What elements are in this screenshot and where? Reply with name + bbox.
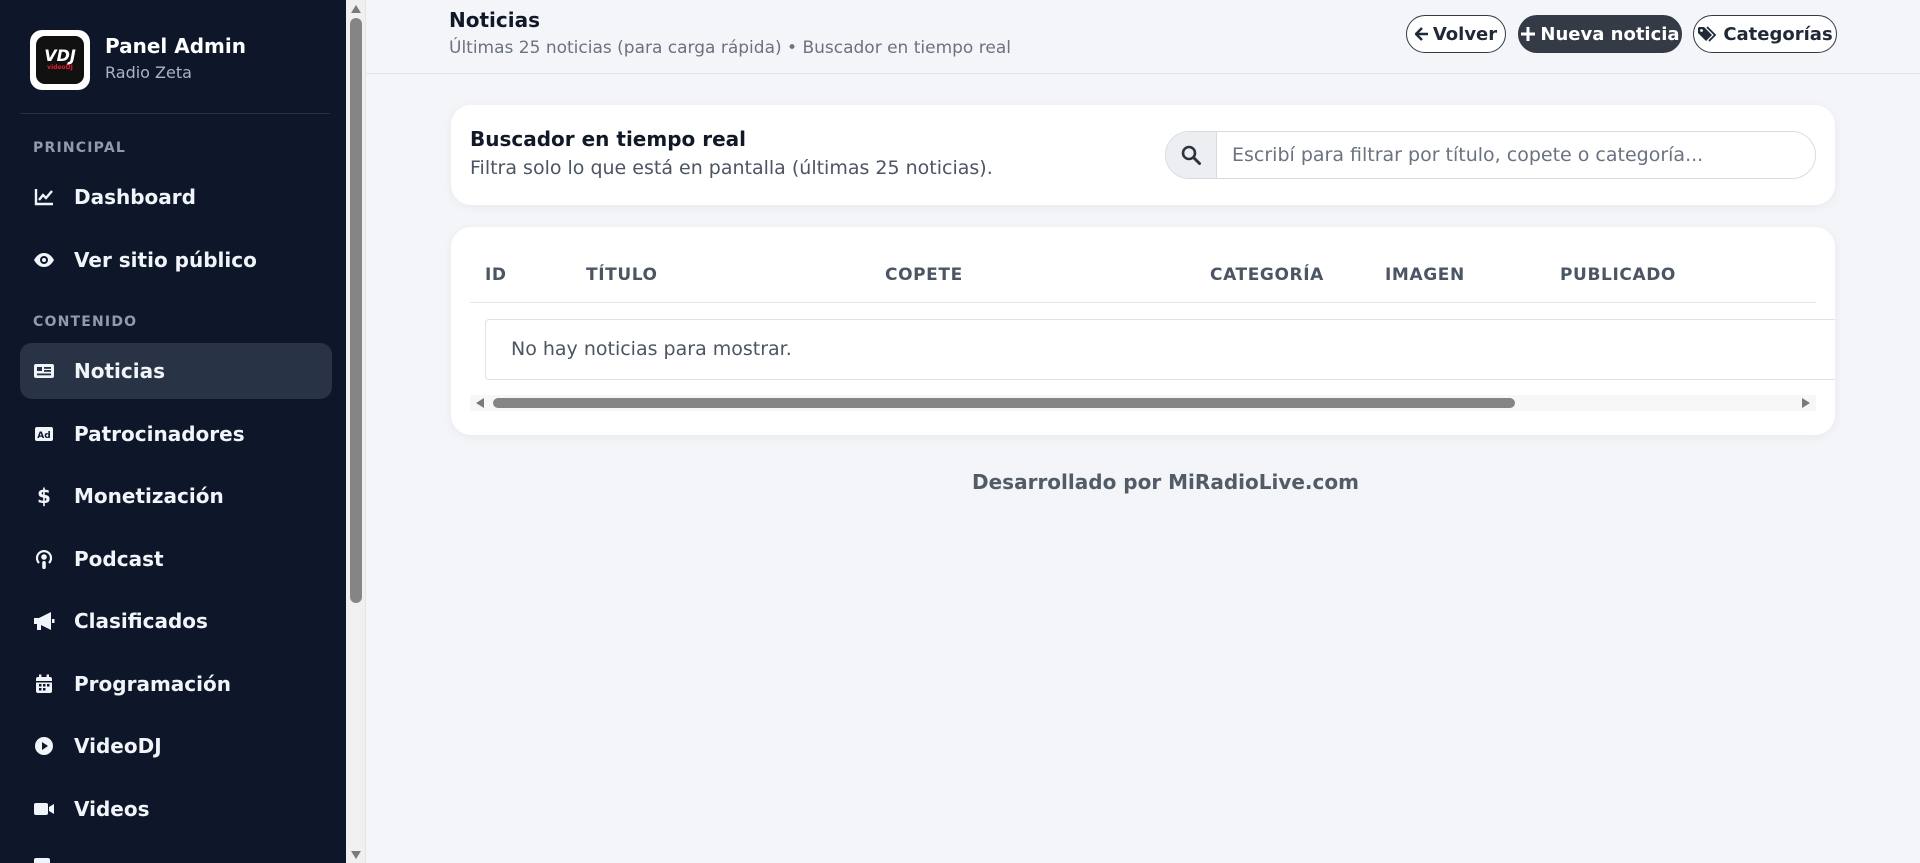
sidebar-item-ver-sitio[interactable]: Ver sitio público [20,232,332,288]
chart-line-icon [32,185,56,209]
section-label-principal: PRINCIPAL [33,140,126,156]
sidebar-item-label: Clasificados [74,609,208,633]
play-circle-icon [32,734,56,758]
sidebar-item-label: Videos [74,797,150,821]
search-card-description: Filtra solo lo que está en pantalla (últ… [470,157,993,179]
categories-button-label: Categorías [1723,23,1833,45]
page-title: Noticias [449,8,541,32]
scroll-up-arrow[interactable] [351,5,361,13]
sidebar-item-videos[interactable]: Videos [20,781,332,837]
dollar-icon: $ [32,484,56,508]
brand-logo-mark: VDJ videoDJ [36,36,84,84]
search-card-title: Buscador en tiempo real [470,127,747,151]
brand-name: Panel Admin [105,34,246,58]
back-button[interactable]: Volver [1406,15,1506,53]
table-header: ID TÍTULO COPETE CATEGORÍA IMAGEN PUBLIC… [470,227,1816,303]
sidebar-item-monetizacion[interactable]: $ Monetización [20,468,332,524]
sidebar-item-noticias[interactable]: Noticias [20,343,332,399]
footer: Desarrollado por MiRadioLive.com [366,470,1920,494]
podcast-icon [32,547,56,571]
ad-icon: Ad [32,422,56,446]
vertical-scrollbar[interactable] [346,0,366,863]
scroll-thumb[interactable] [350,18,362,603]
categories-button[interactable]: Categorías [1693,15,1837,53]
sidebar-item-clasificados[interactable]: Clasificados [20,593,332,649]
sidebar-item-label: Noticias [74,359,166,383]
brand-logo[interactable]: VDJ videoDJ [30,30,90,90]
section-label-contenido: CONTENIDO [33,314,138,330]
sidebar-item-programacion[interactable]: Programación [20,656,332,712]
brand-logo-small: videoDJ [47,64,73,71]
horizontal-scroll-thumb[interactable] [493,398,1515,408]
scroll-right-arrow[interactable] [1802,398,1810,408]
plus-icon [1521,27,1536,41]
scroll-down-arrow[interactable] [351,851,361,859]
sidebar-item-videodj[interactable]: VideoDJ [20,718,332,774]
page-subtitle: Últimas 25 noticias (para carga rápida) … [449,38,1011,58]
sidebar-item-label: Dashboard [74,185,196,209]
news-table-card: ID TÍTULO COPETE CATEGORÍA IMAGEN PUBLIC… [451,227,1835,435]
sidebar: VDJ videoDJ Panel Admin Radio Zeta PRINC… [0,0,346,863]
calendar-icon [32,672,56,696]
next-item-icon-partial [34,858,50,863]
column-header-imagen[interactable]: IMAGEN [1385,265,1465,285]
column-header-titulo[interactable]: TÍTULO [586,265,658,285]
search-input[interactable] [1217,132,1815,178]
arrow-left-icon [1414,27,1428,41]
empty-message: No hay noticias para mostrar. [511,338,792,360]
sidebar-item-label: Podcast [74,547,164,571]
newspaper-icon [32,359,56,383]
new-news-button-label: Nueva noticia [1540,23,1680,45]
brand-header: VDJ videoDJ Panel Admin Radio Zeta [20,30,330,114]
sidebar-item-dashboard[interactable]: Dashboard [20,169,332,225]
svg-text:Ad: Ad [37,431,50,441]
column-header-id[interactable]: ID [485,265,507,285]
column-header-categoria[interactable]: CATEGORÍA [1210,265,1324,285]
megaphone-icon [32,609,56,633]
sidebar-item-patrocinadores[interactable]: Ad Patrocinadores [20,406,332,462]
video-camera-icon [32,797,56,821]
search-card: Buscador en tiempo real Filtra solo lo q… [451,105,1835,205]
tags-icon [1698,26,1717,42]
sidebar-item-label: VideoDJ [74,734,162,758]
brand-subtitle: Radio Zeta [105,63,192,82]
sidebar-item-label: Programación [74,672,231,696]
column-header-publicado[interactable]: PUBLICADO [1560,265,1676,285]
search-group [1165,131,1816,179]
scroll-left-arrow[interactable] [476,398,484,408]
search-icon [1166,132,1217,178]
eye-icon [32,248,56,272]
svg-text:$: $ [37,485,51,507]
top-bar: Noticias Últimas 25 noticias (para carga… [366,0,1920,74]
footer-credit[interactable]: Desarrollado por MiRadioLive.com [972,470,1359,494]
table-empty-row: No hay noticias para mostrar. [485,319,1835,380]
new-news-button[interactable]: Nueva noticia [1518,15,1682,53]
sidebar-item-label: Patrocinadores [74,422,245,446]
brand-logo-text: VDJ [44,46,76,65]
column-header-copete[interactable]: COPETE [885,265,963,285]
sidebar-item-label: Ver sitio público [74,248,257,272]
horizontal-scrollbar[interactable] [470,395,1816,411]
sidebar-item-podcast[interactable]: Podcast [20,531,332,587]
sidebar-item-label: Monetización [74,484,224,508]
back-button-label: Volver [1432,23,1498,45]
